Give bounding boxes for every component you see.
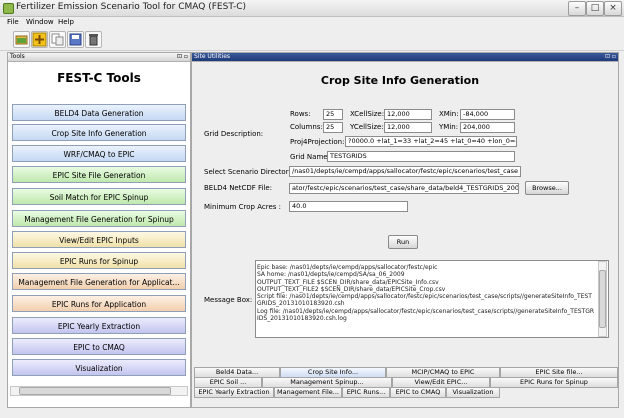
tool-button-view-edit-epic[interactable]: View/Edit EPIC Inputs bbox=[12, 231, 186, 248]
xmin-field[interactable]: -84,000 bbox=[460, 109, 515, 120]
tool-button-management-spinup[interactable]: Management File Generation for Spinup bbox=[12, 210, 186, 227]
tab-management-file[interactable]: Management File... bbox=[274, 387, 342, 398]
xcellsize-label: XCellSize: bbox=[350, 110, 385, 118]
scenario-directory-field[interactable]: /nas01/depts/ie/cempd/apps/sallocator/fe… bbox=[289, 166, 521, 177]
tool-button-soil-match[interactable]: Soil Match for EPIC Spinup bbox=[12, 188, 186, 205]
panel-controls-icon[interactable]: ⊡ ▫ bbox=[177, 53, 188, 61]
proj4-label: Proj4Projection: bbox=[290, 138, 345, 146]
grid-name-label: Grid Name: bbox=[290, 153, 330, 161]
toolbar bbox=[0, 28, 624, 51]
xmin-label: XMin: bbox=[439, 110, 459, 118]
tab-epic-runs-spinup[interactable]: EPIC Runs for Spinup bbox=[490, 377, 618, 388]
copy-icon[interactable] bbox=[49, 31, 66, 48]
open-folder-icon[interactable] bbox=[13, 31, 30, 48]
tool-button-epic-site-file[interactable]: EPIC Site File Generation bbox=[12, 166, 186, 183]
ymin-field[interactable]: 204,000 bbox=[460, 122, 515, 133]
site-panel-header-label: Site Utilities bbox=[194, 53, 231, 60]
min-crop-acres-field[interactable]: 40.0 bbox=[289, 201, 408, 212]
tab-epic-to-cmaq[interactable]: EPIC to CMAQ bbox=[390, 387, 446, 398]
scenario-directory-label: Select Scenario Directory: bbox=[204, 168, 295, 176]
tool-button-epic-to-cmaq[interactable]: EPIC to CMAQ bbox=[12, 338, 186, 355]
menu-help[interactable]: Help bbox=[58, 18, 74, 26]
run-button[interactable]: Run bbox=[388, 235, 418, 249]
tab-epic-yearly-extraction[interactable]: EPIC Yearly Extraction bbox=[194, 387, 274, 398]
minimize-button[interactable]: – bbox=[568, 1, 586, 16]
message-box-label: Message Box: bbox=[204, 296, 253, 304]
tools-scrollbar-thumb[interactable] bbox=[19, 387, 171, 395]
ycellsize-label: YCellSize: bbox=[350, 123, 384, 131]
menu-window[interactable]: Window bbox=[26, 18, 54, 26]
tool-button-wrf-cmaq-to-epic[interactable]: WRF/CMAQ to EPIC bbox=[12, 145, 186, 162]
window-title: Fertilizer Emission Scenario Tool for CM… bbox=[16, 2, 247, 12]
app-icon bbox=[3, 3, 14, 14]
ymin-label: YMin: bbox=[439, 123, 459, 131]
close-button[interactable]: × bbox=[604, 1, 622, 16]
message-box[interactable]: Epic base: /nas01/depts/ie/cempd/apps/sa… bbox=[255, 260, 609, 338]
message-text: Epic base: /nas01/depts/ie/cempd/apps/sa… bbox=[257, 264, 595, 323]
site-utilities-panel: Site Utilities ⊡ ▫ Crop Site Info Genera… bbox=[191, 52, 619, 408]
tool-button-management-application[interactable]: Management File Generation for Applicat.… bbox=[12, 273, 186, 290]
columns-field[interactable]: 25 bbox=[323, 122, 343, 133]
tool-button-epic-yearly-extraction[interactable]: EPIC Yearly Extraction bbox=[12, 317, 186, 334]
rows-field[interactable]: 25 bbox=[323, 109, 343, 120]
beld4-file-field[interactable]: ator/festc/epic/scenarios/test_case/shar… bbox=[289, 183, 519, 194]
menu-file[interactable]: File bbox=[7, 18, 19, 26]
title-bar: Fertilizer Emission Scenario Tool for CM… bbox=[0, 0, 624, 17]
beld4-file-label: BELD4 NetCDF File: bbox=[204, 184, 273, 192]
browse-button[interactable]: Browse... bbox=[525, 181, 569, 195]
tool-button-epic-runs-spinup[interactable]: EPIC Runs for Spinup bbox=[12, 252, 186, 269]
tool-button-beld4[interactable]: BELD4 Data Generation bbox=[12, 104, 186, 121]
tab-visualization[interactable]: Visualization bbox=[446, 387, 500, 398]
proj4-field[interactable]: ?0000.0 +lat_1=33 +lat_2=45 +lat_0=40 +l… bbox=[345, 136, 517, 147]
xcellsize-field[interactable]: 12,000 bbox=[384, 109, 432, 120]
tools-title: FEST-C Tools bbox=[57, 71, 141, 85]
panel-controls-icon[interactable]: ⊡ ▫ bbox=[605, 53, 616, 61]
tools-panel: Tools ⊡ ▫ FEST-C Tools BELD4 Data Genera… bbox=[7, 52, 191, 408]
save-icon[interactable] bbox=[67, 31, 84, 48]
grid-description-label: Grid Description: bbox=[204, 130, 264, 138]
rows-label: Rows: bbox=[290, 110, 311, 118]
tools-horizontal-scrollbar[interactable] bbox=[10, 386, 188, 396]
tools-panel-header: Tools ⊡ ▫ bbox=[8, 53, 190, 62]
tool-button-crop-site-info[interactable]: Crop Site Info Generation bbox=[12, 124, 186, 141]
add-icon[interactable] bbox=[31, 31, 48, 48]
trash-icon[interactable] bbox=[85, 31, 102, 48]
ycellsize-field[interactable]: 12,000 bbox=[384, 122, 432, 133]
columns-label: Columns: bbox=[290, 123, 323, 131]
grid-name-field[interactable]: TESTGRIDS bbox=[327, 151, 515, 162]
min-crop-acres-label: Minimum Crop Acres : bbox=[204, 203, 282, 211]
tab-epic-runs[interactable]: EPIC Runs... bbox=[342, 387, 390, 398]
message-vertical-scrollbar[interactable] bbox=[598, 261, 607, 337]
tools-panel-header-label: Tools bbox=[10, 53, 25, 60]
site-panel-header: Site Utilities ⊡ ▫ bbox=[192, 53, 618, 62]
tool-button-epic-runs-application[interactable]: EPIC Runs for Application bbox=[12, 295, 186, 312]
message-scrollbar-thumb[interactable] bbox=[599, 270, 606, 328]
maximize-button[interactable]: □ bbox=[586, 1, 604, 16]
page-title: Crop Site Info Generation bbox=[320, 74, 480, 87]
menu-bar: File Window Help bbox=[0, 17, 624, 28]
tool-button-visualization[interactable]: Visualization bbox=[12, 359, 186, 376]
